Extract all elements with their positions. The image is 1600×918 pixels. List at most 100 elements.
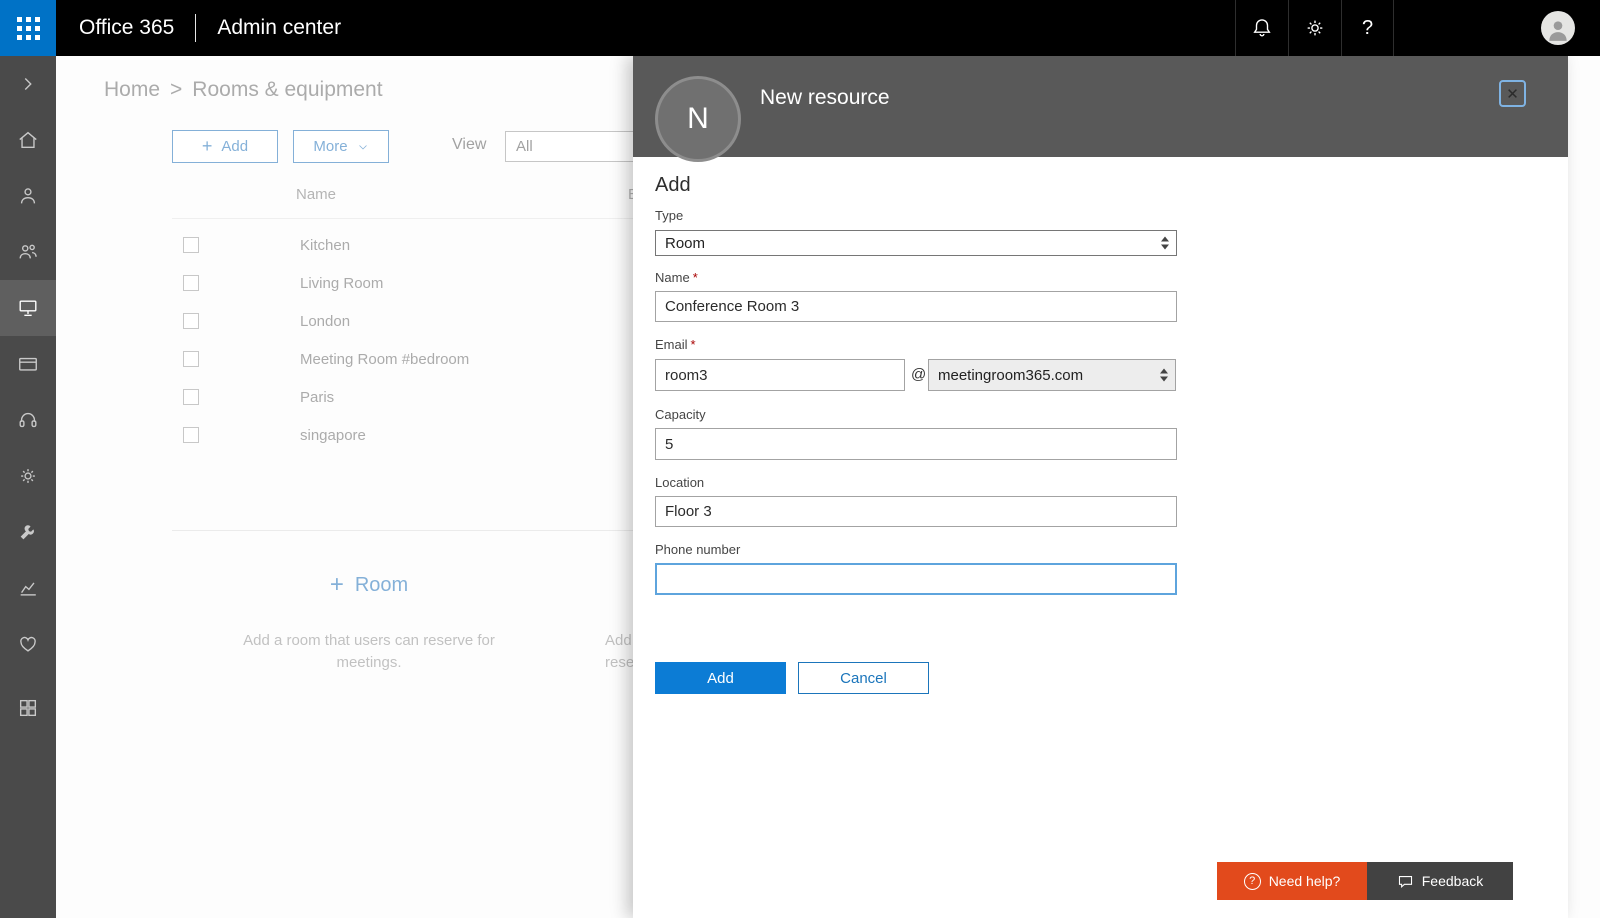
rooms-equipment-icon bbox=[17, 297, 39, 319]
notifications-button[interactable] bbox=[1235, 0, 1288, 56]
phone-label: Phone number bbox=[655, 542, 740, 557]
more-button[interactable]: More bbox=[293, 130, 389, 163]
help-icon: ? bbox=[1362, 17, 1373, 40]
feedback-label: Feedback bbox=[1422, 873, 1483, 889]
breadcrumb: Home > Rooms & equipment bbox=[104, 78, 383, 102]
panel-title: New resource bbox=[760, 86, 890, 110]
breadcrumb-home[interactable]: Home bbox=[104, 78, 160, 102]
email-label: Email* bbox=[655, 337, 696, 352]
row-checkbox[interactable] bbox=[183, 275, 199, 291]
sidebar-item-rooms-equipment[interactable] bbox=[0, 280, 56, 336]
admin-center-title: Admin center bbox=[217, 16, 341, 40]
name-field[interactable] bbox=[655, 291, 1177, 322]
sidebar-item-users[interactable] bbox=[0, 168, 56, 224]
feedback-button[interactable]: Feedback bbox=[1367, 862, 1513, 900]
plus-icon: + bbox=[330, 571, 344, 599]
capacity-field[interactable] bbox=[655, 428, 1177, 460]
brand-title: Office 365 bbox=[79, 16, 174, 40]
app-launcher-icon bbox=[17, 17, 40, 40]
gear-icon bbox=[1304, 17, 1326, 39]
topbar: Office 365 Admin center ? bbox=[0, 0, 1600, 56]
required-marker: * bbox=[693, 270, 698, 285]
row-name[interactable]: Paris bbox=[300, 389, 334, 406]
column-header-name: Name bbox=[296, 186, 336, 203]
billing-icon bbox=[17, 353, 39, 375]
sidebar-expand-button[interactable] bbox=[0, 56, 56, 112]
help-button[interactable]: ? bbox=[1341, 0, 1394, 56]
sidebar-item-groups[interactable] bbox=[0, 224, 56, 280]
view-label: View bbox=[452, 136, 486, 154]
users-icon bbox=[17, 185, 39, 207]
row-checkbox[interactable] bbox=[183, 389, 199, 405]
close-icon: ✕ bbox=[1506, 85, 1519, 103]
row-name[interactable]: singapore bbox=[300, 427, 366, 444]
health-icon bbox=[17, 633, 39, 655]
row-checkbox[interactable] bbox=[183, 427, 199, 443]
more-button-label: More bbox=[313, 138, 347, 155]
sidebar-item-settings[interactable] bbox=[0, 448, 56, 504]
need-help-button[interactable]: ? Need help? bbox=[1217, 862, 1367, 900]
groups-icon bbox=[17, 241, 39, 263]
app-launcher-button[interactable] bbox=[0, 0, 56, 56]
type-select[interactable]: Room bbox=[655, 230, 1177, 256]
add-submit-button[interactable]: Add bbox=[655, 662, 786, 694]
view-filter-value: All bbox=[516, 138, 533, 155]
row-checkbox[interactable] bbox=[183, 351, 199, 367]
row-checkbox[interactable] bbox=[183, 313, 199, 329]
row-name[interactable]: Kitchen bbox=[300, 237, 350, 254]
sidebar-nav bbox=[0, 56, 56, 918]
row-name[interactable]: London bbox=[300, 313, 350, 330]
sidebar-item-health[interactable] bbox=[0, 616, 56, 672]
new-resource-panel: N New resource ✕ Add Type Room Name* Ema… bbox=[633, 56, 1568, 918]
home-icon bbox=[17, 129, 39, 151]
panel-heading: Add bbox=[655, 174, 691, 197]
speech-bubble-icon bbox=[1397, 873, 1414, 890]
resource-avatar-letter: N bbox=[687, 102, 709, 136]
location-field[interactable] bbox=[655, 496, 1177, 527]
equipment-cta-fragment: Add rese bbox=[605, 630, 634, 674]
settings-button[interactable] bbox=[1288, 0, 1341, 56]
type-label: Type bbox=[655, 208, 683, 223]
add-room-label: Room bbox=[355, 574, 408, 597]
sidebar-item-billing[interactable] bbox=[0, 336, 56, 392]
resource-avatar: N bbox=[655, 76, 741, 162]
need-help-label: Need help? bbox=[1269, 873, 1341, 889]
email-domain-select[interactable]: meetingroom365.com bbox=[928, 359, 1176, 391]
name-label: Name* bbox=[655, 270, 698, 285]
phone-field[interactable] bbox=[655, 563, 1177, 595]
equipment-fragment-line1: Add bbox=[605, 630, 634, 652]
email-field[interactable] bbox=[655, 359, 905, 391]
row-name[interactable]: Living Room bbox=[300, 275, 383, 292]
email-at-separator: @ bbox=[911, 366, 926, 383]
add-resource-button[interactable]: + Add bbox=[172, 130, 278, 163]
cancel-button[interactable]: Cancel bbox=[798, 662, 929, 694]
row-checkbox[interactable] bbox=[183, 237, 199, 253]
sidebar-item-support[interactable] bbox=[0, 392, 56, 448]
topbar-right: ? bbox=[1235, 0, 1600, 56]
select-stepper-icon bbox=[1161, 237, 1169, 250]
required-marker: * bbox=[691, 337, 696, 352]
room-cta-description: Add a room that users can reserve for me… bbox=[214, 630, 524, 674]
settings-icon bbox=[17, 465, 39, 487]
reports-icon bbox=[17, 577, 39, 599]
sidebar-item-home[interactable] bbox=[0, 112, 56, 168]
sidebar-item-admin-centers[interactable] bbox=[0, 680, 56, 736]
add-room-link[interactable]: + Room bbox=[330, 573, 408, 597]
email-domain-value: meetingroom365.com bbox=[938, 367, 1083, 384]
row-name[interactable]: Meeting Room #bedroom bbox=[300, 351, 469, 368]
equipment-fragment-line2: rese bbox=[605, 652, 634, 674]
account-avatar[interactable] bbox=[1541, 11, 1575, 45]
sidebar-item-setup[interactable] bbox=[0, 504, 56, 560]
close-panel-button[interactable]: ✕ bbox=[1499, 80, 1526, 107]
sidebar-item-reports[interactable] bbox=[0, 560, 56, 616]
plus-icon: + bbox=[202, 136, 213, 157]
setup-icon bbox=[17, 521, 39, 543]
admin-centers-icon bbox=[17, 697, 39, 719]
user-avatar-icon bbox=[1545, 17, 1571, 43]
add-button-label: Add bbox=[221, 138, 248, 155]
capacity-label: Capacity bbox=[655, 407, 706, 422]
breadcrumb-separator: > bbox=[170, 78, 182, 102]
location-label: Location bbox=[655, 475, 704, 490]
topbar-divider bbox=[195, 14, 196, 42]
breadcrumb-current: Rooms & equipment bbox=[192, 78, 382, 102]
